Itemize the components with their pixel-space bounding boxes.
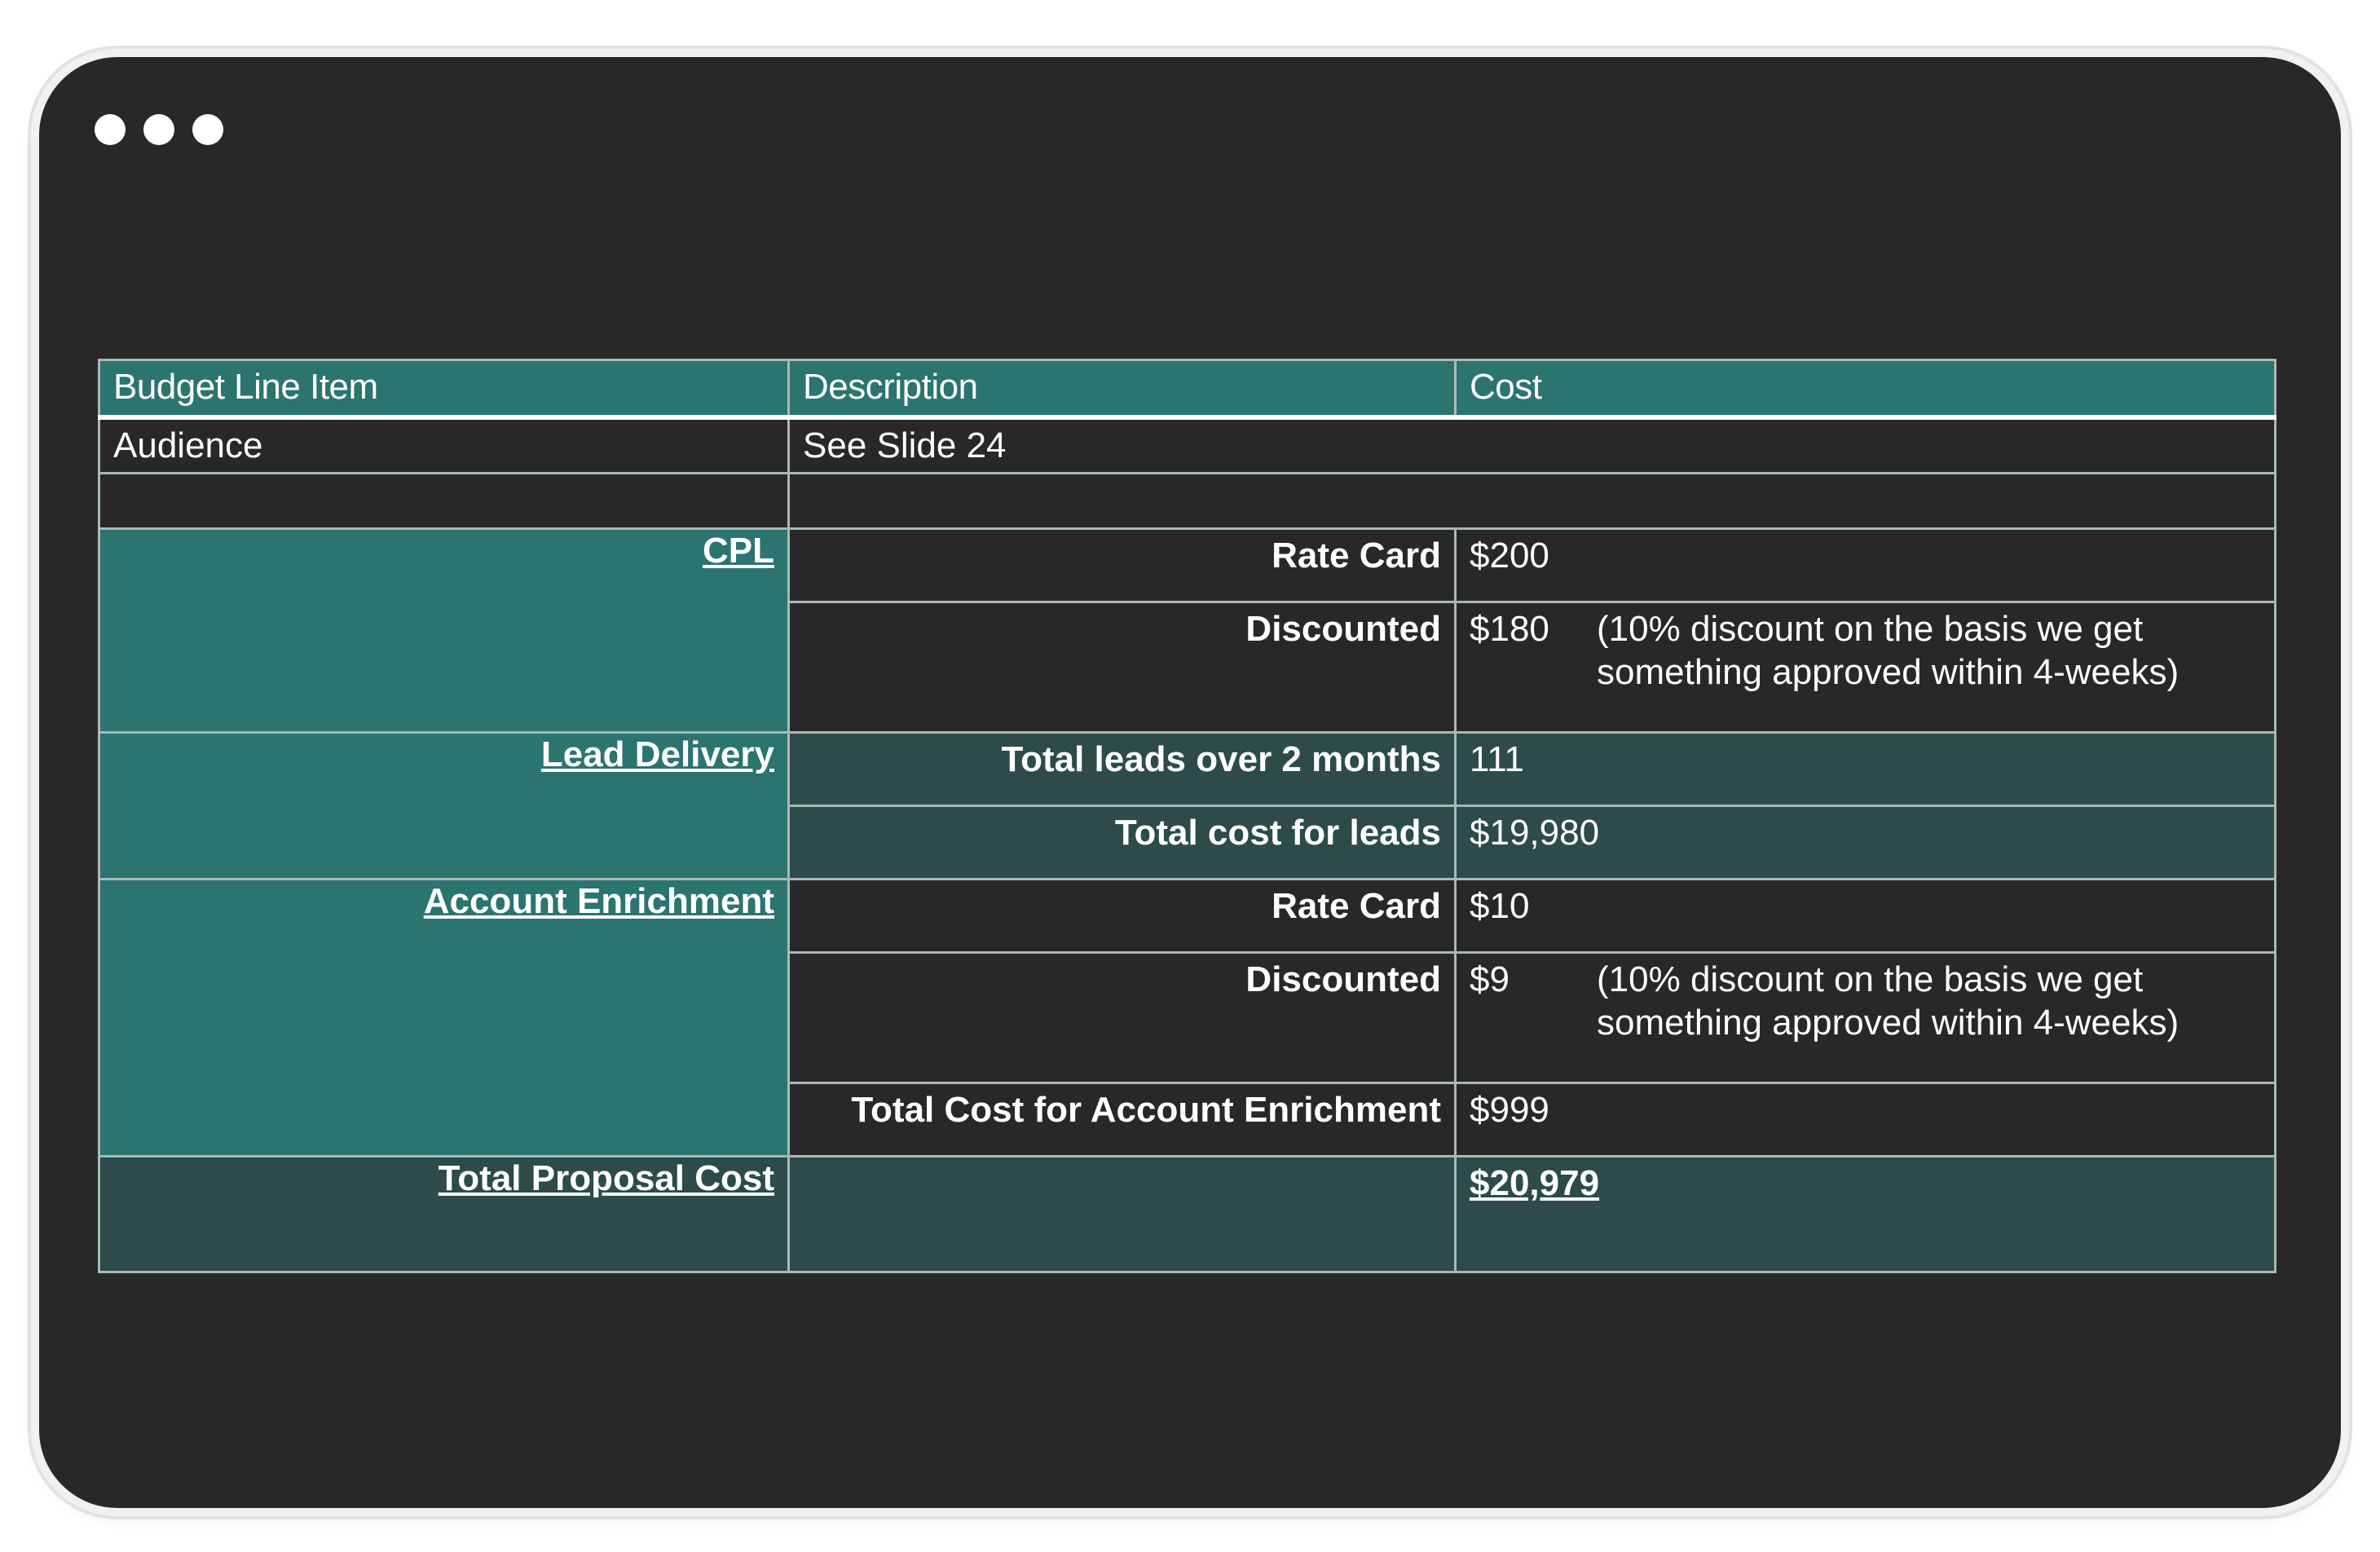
cpl-rate-card-row: CPL Rate Card $200 bbox=[98, 527, 2276, 734]
ae-discounted-cell: $9 (10% discount on the basis we get som… bbox=[1454, 951, 2276, 1085]
ae-rate-card-label: Rate Card bbox=[787, 878, 1457, 955]
window-dot-3-icon[interactable] bbox=[192, 114, 223, 145]
total-proposal-cost-link[interactable]: Total Proposal Cost bbox=[98, 1155, 790, 1274]
cpl-discount-note: (10% discount on the basis we get someth… bbox=[1597, 609, 2179, 693]
header-cost: Cost bbox=[1454, 359, 2276, 420]
total-proposal-row: Total Proposal Cost $20,979 bbox=[98, 1155, 2276, 1274]
ae-discounted-label: Discounted bbox=[787, 951, 1457, 1085]
account-enrichment-link[interactable]: Account Enrichment bbox=[98, 878, 790, 1158]
lead-delivery-link[interactable]: Lead Delivery bbox=[98, 731, 790, 881]
total-proposal-cost-value[interactable]: $20,979 bbox=[1470, 1163, 1599, 1203]
lead-total-leads-row: Lead Delivery Total leads over 2 months … bbox=[98, 731, 2276, 881]
cpl-link[interactable]: CPL bbox=[98, 527, 790, 734]
header-description: Description bbox=[787, 359, 1457, 420]
cpl-rate-card-label: Rate Card bbox=[787, 527, 1457, 604]
ae-rate-card-row: Account Enrichment Rate Card $10 bbox=[98, 878, 2276, 1158]
app-window: Budget Line Item Description Cost Audien… bbox=[39, 57, 2341, 1508]
ae-total-value: $999 bbox=[1454, 1082, 2276, 1158]
ae-total-label: Total Cost for Account Enrichment bbox=[787, 1082, 1457, 1158]
empty-row bbox=[98, 472, 2276, 531]
audience-row: Audience See Slide 24 bbox=[98, 415, 2276, 475]
empty-cell bbox=[98, 472, 790, 531]
cpl-rate-card-value: $200 bbox=[1454, 527, 2276, 604]
cpl-discounted-label: Discounted bbox=[787, 601, 1457, 734]
total-cost-leads-label: Total cost for leads bbox=[787, 805, 1457, 881]
total-leads-label: Total leads over 2 months bbox=[787, 731, 1457, 808]
table-header-row: Budget Line Item Description Cost bbox=[98, 359, 2276, 420]
audience-description: See Slide 24 bbox=[787, 415, 2276, 475]
total-leads-value: 111 bbox=[1454, 731, 2276, 808]
ae-discounted-value: $9 bbox=[1470, 959, 1510, 1000]
total-proposal-cost-cell: $20,979 bbox=[1454, 1155, 2276, 1274]
header-budget-line-item: Budget Line Item bbox=[98, 359, 790, 420]
cpl-discounted-value: $180 bbox=[1470, 609, 1549, 650]
ae-rate-card-value: $10 bbox=[1454, 878, 2276, 955]
empty-cell bbox=[787, 472, 2276, 531]
audience-label: Audience bbox=[98, 415, 790, 475]
total-cost-leads-value: $19,980 bbox=[1454, 805, 2276, 881]
total-proposal-description bbox=[787, 1155, 1457, 1274]
cpl-discounted-cell: $180 (10% discount on the basis we get s… bbox=[1454, 601, 2276, 734]
budget-table: Budget Line Item Description Cost Audien… bbox=[98, 359, 2276, 1274]
window-controls bbox=[95, 114, 223, 145]
window-dot-2-icon[interactable] bbox=[143, 114, 174, 145]
ae-discount-note: (10% discount on the basis we get someth… bbox=[1597, 959, 2179, 1043]
window-dot-1-icon[interactable] bbox=[95, 114, 126, 145]
